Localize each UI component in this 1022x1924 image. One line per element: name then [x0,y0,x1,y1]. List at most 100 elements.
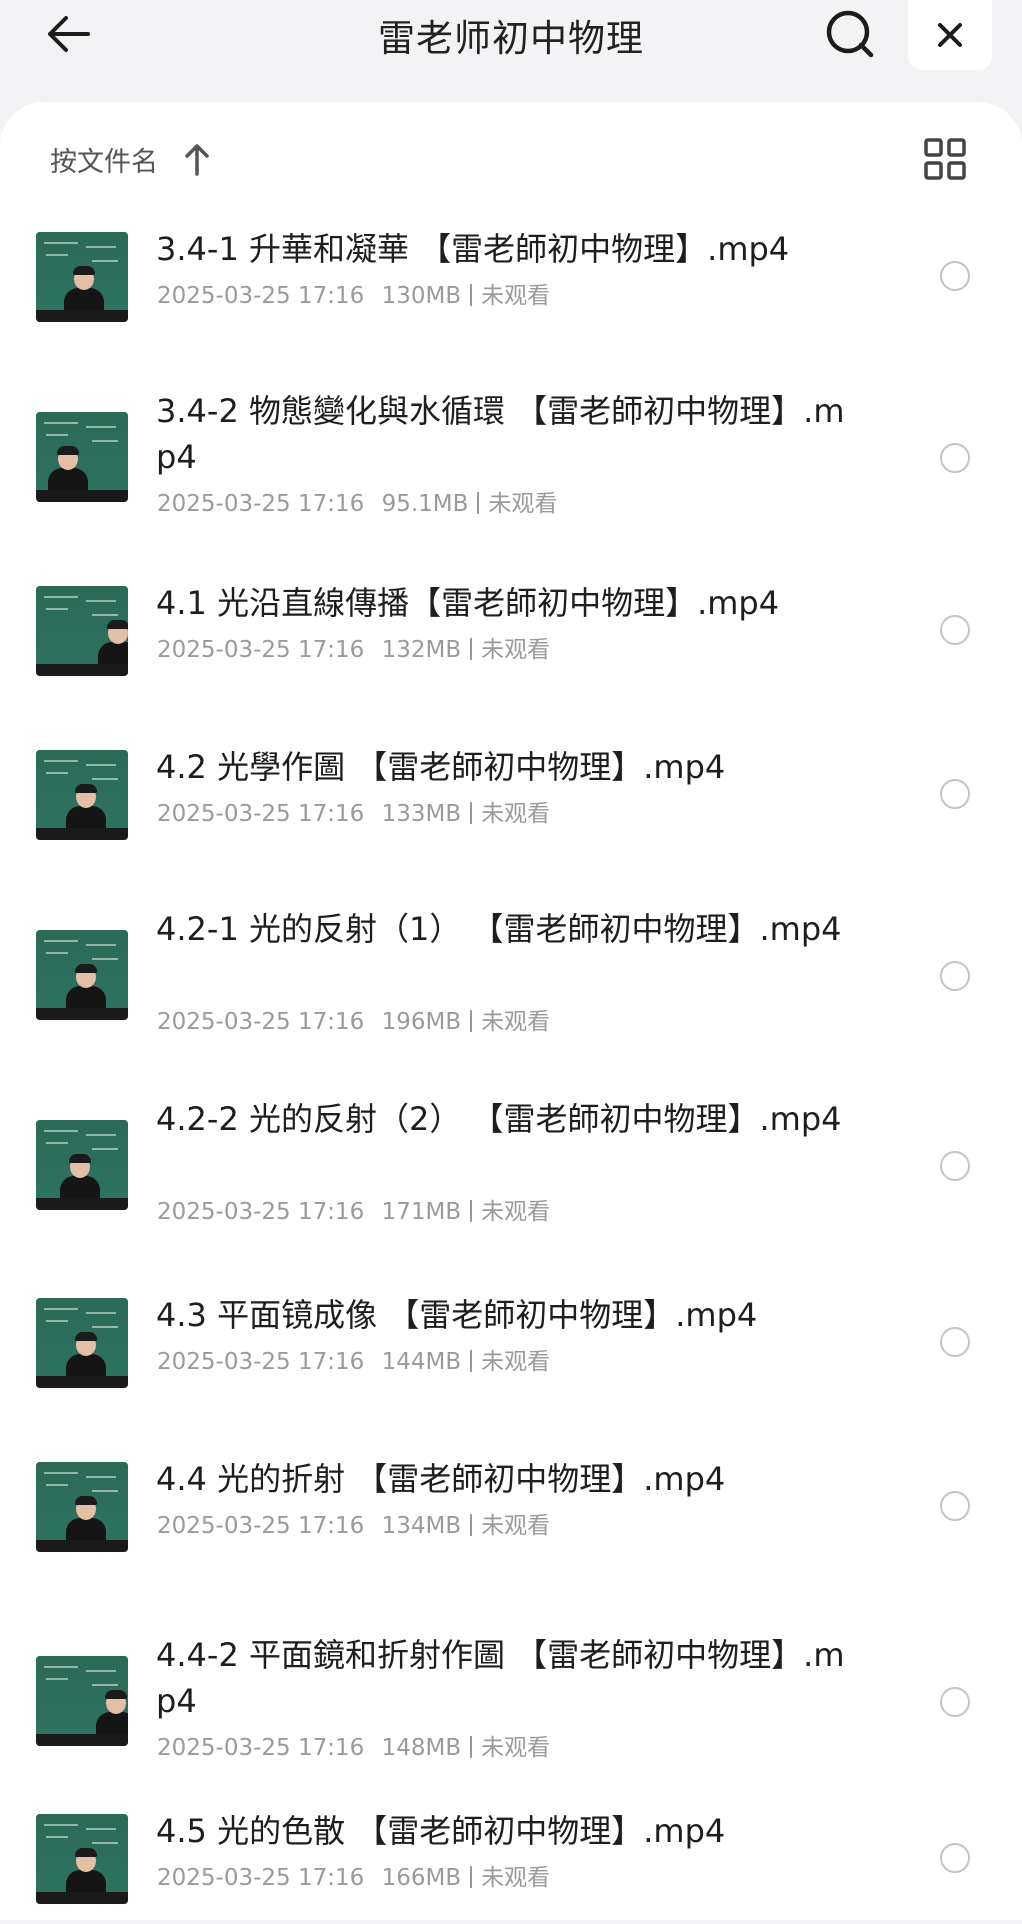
video-thumbnail[interactable] [36,1462,128,1552]
file-name[interactable]: 4.1 光沿直線傳播【雷老師初中物理】.mp4 [156,580,856,626]
file-row[interactable]: 3.4-2 物態變化與水循環 【雷老師初中物理】.mp4 2025-03-25 … [0,384,1022,534]
video-thumbnail[interactable] [36,412,128,502]
file-size: 134MB [381,1513,462,1539]
file-list-panel: 按文件名 3.4-1 升華和凝華 【雷老師初中物理】.mp4 2025-03-2… [0,102,1022,1920]
file-size: 144MB [381,1349,462,1375]
watch-status: 未观看 [481,1009,551,1035]
file-date: 2025-03-25 17:16 [157,1513,365,1539]
meta-divider [470,1866,473,1888]
file-row[interactable]: 4.4 光的折射 【雷老師初中物理】.mp4 2025-03-25 17:16 … [0,1452,1022,1572]
meta-divider [477,492,480,514]
file-meta: 2025-03-25 17:16 133MB 未观看 [157,794,550,828]
meta-divider [470,638,473,660]
file-name[interactable]: 4.2 光學作圖 【雷老師初中物理】.mp4 [156,744,856,790]
file-size: 166MB [381,1865,462,1891]
watch-status: 未观看 [481,801,551,827]
grid-view-icon[interactable] [922,136,968,182]
file-name[interactable]: 4.2-1 光的反射（1） 【雷老師初中物理】.mp4 [156,906,856,952]
watch-status: 未观看 [481,1735,551,1761]
file-meta: 2025-03-25 17:16 134MB 未观看 [157,1506,550,1540]
video-thumbnail[interactable] [36,1298,128,1388]
file-name[interactable]: 4.2-2 光的反射（2） 【雷老師初中物理】.mp4 [156,1096,856,1142]
file-row[interactable]: 4.2-2 光的反射（2） 【雷老師初中物理】.mp4 2025-03-25 1… [0,1092,1022,1242]
select-radio[interactable] [940,615,970,645]
sort-bar: 按文件名 [0,102,1022,222]
video-thumbnail[interactable] [36,586,128,676]
file-date: 2025-03-25 17:16 [157,1735,365,1761]
select-radio[interactable] [940,1491,970,1521]
file-row[interactable]: 4.3 平面镜成像 【雷老師初中物理】.mp4 2025-03-25 17:16… [0,1288,1022,1408]
arrow-up-icon[interactable] [182,142,212,176]
search-icon [826,10,874,58]
select-radio[interactable] [940,1327,970,1357]
file-meta: 2025-03-25 17:16 132MB 未观看 [157,630,550,664]
watch-status: 未观看 [481,283,551,309]
file-name[interactable]: 3.4-1 升華和凝華 【雷老師初中物理】.mp4 [156,226,856,272]
file-meta: 2025-03-25 17:16 130MB 未观看 [157,276,550,310]
watch-status: 未观看 [481,1513,551,1539]
watch-status: 未观看 [481,1199,551,1225]
meta-divider [470,1736,473,1758]
file-row[interactable]: 3.4-1 升華和凝華 【雷老師初中物理】.mp4 2025-03-25 17:… [0,222,1022,342]
meta-divider [470,1010,473,1032]
file-date: 2025-03-25 17:16 [157,491,365,517]
close-button[interactable] [908,0,992,70]
file-size: 95.1MB [381,491,469,517]
file-row[interactable]: 4.5 光的色散 【雷老師初中物理】.mp4 2025-03-25 17:16 … [0,1804,1022,1924]
file-date: 2025-03-25 17:16 [157,283,365,309]
file-meta: 2025-03-25 17:16 148MB 未观看 [157,1728,550,1762]
file-date: 2025-03-25 17:16 [157,801,365,827]
file-date: 2025-03-25 17:16 [157,1349,365,1375]
file-date: 2025-03-25 17:16 [157,1865,365,1891]
watch-status: 未观看 [488,491,558,517]
file-meta: 2025-03-25 17:16 166MB 未观看 [157,1858,550,1892]
watch-status: 未观看 [481,1349,551,1375]
video-thumbnail[interactable] [36,1656,128,1746]
video-thumbnail[interactable] [36,232,128,322]
file-meta: 2025-03-25 17:16 196MB 未观看 [157,1002,550,1036]
select-radio[interactable] [940,443,970,473]
file-size: 132MB [381,637,462,663]
file-date: 2025-03-25 17:16 [157,1009,365,1035]
file-size: 171MB [381,1199,462,1225]
file-row[interactable]: 4.2 光學作圖 【雷老師初中物理】.mp4 2025-03-25 17:16 … [0,740,1022,860]
close-icon [938,23,962,47]
file-name[interactable]: 4.3 平面镜成像 【雷老師初中物理】.mp4 [156,1292,856,1338]
file-date: 2025-03-25 17:16 [157,1199,365,1225]
file-name[interactable]: 3.4-2 物態變化與水循環 【雷老師初中物理】.mp4 [156,388,856,480]
watch-status: 未观看 [481,637,551,663]
meta-divider [470,1200,473,1222]
file-meta: 2025-03-25 17:16 144MB 未观看 [157,1342,550,1376]
file-name[interactable]: 4.4-2 平面鏡和折射作圖 【雷老師初中物理】.mp4 [156,1632,856,1724]
video-thumbnail[interactable] [36,930,128,1020]
file-meta: 2025-03-25 17:16 171MB 未观看 [157,1192,550,1226]
select-radio[interactable] [940,261,970,291]
file-size: 133MB [381,801,462,827]
file-size: 130MB [381,283,462,309]
top-bar: 雷老师初中物理 [0,0,1022,100]
file-row[interactable]: 4.1 光沿直線傳播【雷老師初中物理】.mp4 2025-03-25 17:16… [0,576,1022,696]
meta-divider [470,802,473,824]
select-radio[interactable] [940,961,970,991]
video-thumbnail[interactable] [36,1814,128,1904]
select-radio[interactable] [940,1151,970,1181]
file-name[interactable]: 4.5 光的色散 【雷老師初中物理】.mp4 [156,1808,856,1854]
select-radio[interactable] [940,1843,970,1873]
file-size: 196MB [381,1009,462,1035]
meta-divider [470,284,473,306]
file-date: 2025-03-25 17:16 [157,637,365,663]
file-row[interactable]: 4.2-1 光的反射（1） 【雷老師初中物理】.mp4 2025-03-25 1… [0,902,1022,1052]
file-size: 148MB [381,1735,462,1761]
video-thumbnail[interactable] [36,750,128,840]
search-button[interactable] [820,4,880,64]
sort-by-filename-button[interactable]: 按文件名 [50,140,158,179]
select-radio[interactable] [940,779,970,809]
meta-divider [470,1514,473,1536]
meta-divider [470,1350,473,1372]
video-thumbnail[interactable] [36,1120,128,1210]
file-meta: 2025-03-25 17:16 95.1MB 未观看 [157,484,557,518]
select-radio[interactable] [940,1687,970,1717]
file-name[interactable]: 4.4 光的折射 【雷老師初中物理】.mp4 [156,1456,856,1502]
watch-status: 未观看 [481,1865,551,1891]
file-row[interactable]: 4.4-2 平面鏡和折射作圖 【雷老師初中物理】.mp4 2025-03-25 … [0,1628,1022,1778]
